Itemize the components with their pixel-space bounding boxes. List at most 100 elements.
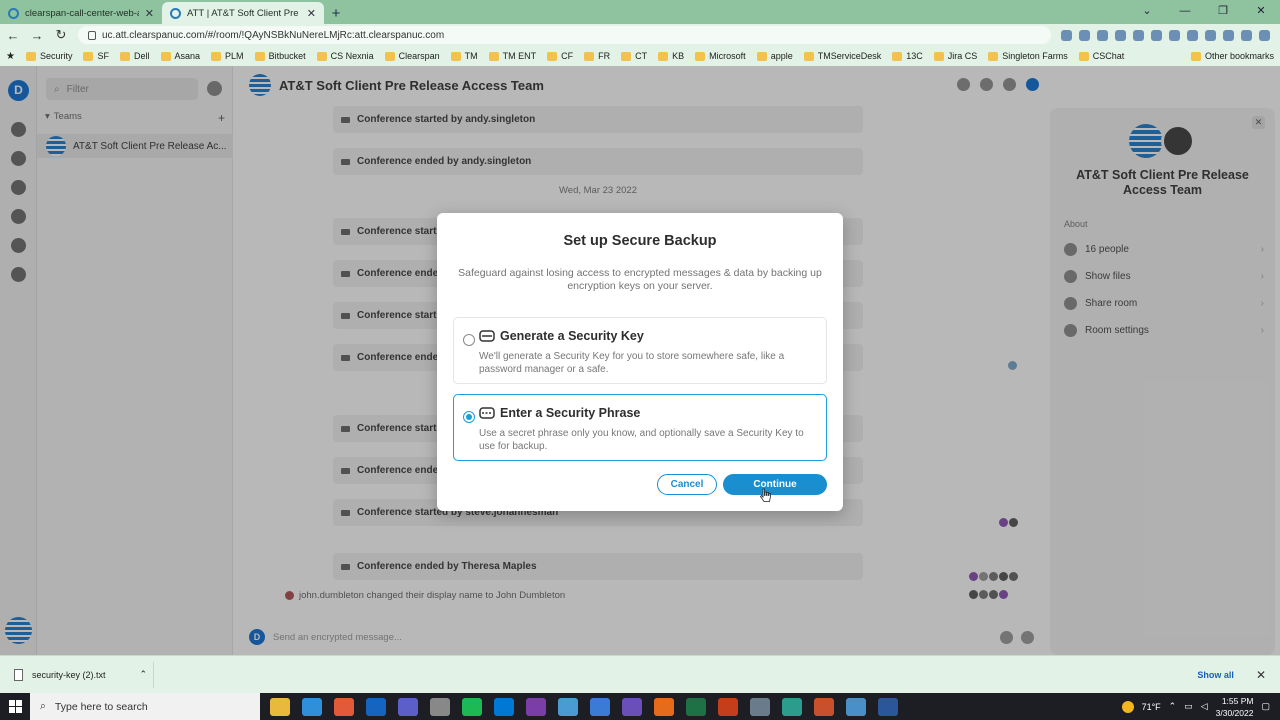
app-icon[interactable] [622,697,642,716]
volume-icon[interactable]: ◁ [1201,701,1208,712]
close-icon[interactable]: ✕ [1256,668,1266,682]
app-icon[interactable] [814,697,834,716]
bookmark-item[interactable]: Clearspan [384,51,440,61]
bookmark-item[interactable]: Microsoft [695,51,746,61]
bookmark-item[interactable]: Security [25,51,72,61]
option-security-phrase[interactable]: Enter a Security Phrase Use a secret phr… [453,394,827,461]
hand-cursor-icon [760,488,771,502]
dialog-title: Set up Secure Backup [563,233,717,249]
bookmark-item[interactable]: Bitbucket [254,51,306,61]
bookmark-item[interactable]: Asana [160,51,200,61]
weather-icon[interactable] [1121,700,1134,713]
url-text: uc.att.clearspanuc.com/#/room/!QAyNSBkNu… [102,29,445,41]
tab-close-icon[interactable]: ✕ [145,7,154,20]
bookmark-item[interactable]: CF [547,51,573,61]
bookmark-item[interactable]: Jira CS [933,51,977,61]
outlook-icon[interactable] [366,697,386,716]
app-icon[interactable] [750,697,770,716]
network-icon[interactable]: ▭ [1184,701,1193,712]
extension-icon[interactable] [1133,29,1144,41]
extension-icon[interactable] [1115,29,1126,41]
bookmark-item[interactable]: apple [756,51,793,61]
edge-icon[interactable] [302,697,322,716]
menu-icon[interactable] [1259,29,1270,41]
share-icon[interactable] [1079,29,1090,41]
download-item[interactable]: security-key (2).txt ⌃ [14,661,154,688]
start-button[interactable] [0,693,30,720]
back-icon[interactable]: ← [6,28,20,43]
chevron-down-icon[interactable]: ⌄ [1128,0,1166,24]
close-icon[interactable]: ✕ [1242,0,1280,24]
bookmark-item[interactable]: TM [450,51,478,61]
app-icon[interactable] [846,697,866,716]
show-all-link[interactable]: Show all [1197,670,1234,680]
browser-tab[interactable]: clearspan-call-center-web-app ✕ [0,2,162,24]
tray-chevron-icon[interactable]: ⌃ [1169,701,1177,712]
profile-icon[interactable] [1241,29,1252,41]
folder-icon [988,51,999,61]
clock[interactable]: 1:55 PM 3/30/2022 [1216,695,1254,719]
option-description: Use a secret phrase only you know, and o… [479,428,804,452]
radio-generate-key[interactable] [463,334,475,346]
option-generate-key[interactable]: Generate a Security Key We'll generate a… [453,317,827,384]
address-bar: ← → ↻ uc.att.clearspanuc.com/#/room/!QAy… [0,24,1280,46]
app-icon[interactable] [558,697,578,716]
powerpoint-icon[interactable] [718,697,738,716]
bookmark-item[interactable]: TM ENT [488,51,536,61]
secure-backup-dialog: Set up Secure Backup Safeguard against l… [437,213,843,511]
spotify-icon[interactable] [462,697,482,716]
bookmark-item[interactable]: SF [83,51,109,61]
new-tab-icon[interactable]: + [324,2,348,24]
bookmark-item[interactable]: PLM [211,51,244,61]
app-icon[interactable] [590,697,610,716]
extension-icon[interactable] [1151,29,1162,41]
app-icon[interactable] [494,697,514,716]
tab-close-icon[interactable]: ✕ [307,7,316,20]
firefox-icon[interactable] [654,697,674,716]
onenote-icon[interactable] [526,697,546,716]
browser-tab-active[interactable]: ATT | AT&T Soft Client Pre Release ✕ [162,2,324,24]
file-icon [14,668,23,681]
bookmark-item[interactable]: 13C [892,51,923,61]
folder-icon [695,51,706,61]
bookmark-item[interactable]: KB [658,51,684,61]
tab-favicon-icon [8,7,19,19]
extension-icon[interactable] [1187,29,1198,41]
window-controls: ⌄ — ❐ ✕ [1128,0,1280,24]
bookmark-item[interactable]: Dell [120,51,150,61]
app-icon[interactable] [782,697,802,716]
key-icon [479,330,495,342]
continue-button[interactable]: Continue [723,474,827,495]
url-field[interactable]: uc.att.clearspanuc.com/#/room/!QAyNSBkNu… [78,26,1051,44]
bookmark-icon [450,51,461,61]
cancel-button[interactable]: Cancel [657,474,717,495]
system-tray: 71°F ⌃ ▭ ◁ 1:55 PM 3/30/2022 ▢ [1121,695,1280,719]
word-icon[interactable] [878,697,898,716]
install-icon[interactable] [1061,29,1072,41]
bookmark-item[interactable]: CS Nexnia [316,51,374,61]
notifications-icon[interactable]: ▢ [1261,701,1270,712]
reload-icon[interactable]: ↻ [54,27,68,43]
bookmark-item[interactable]: FR [584,51,610,61]
extension-icon[interactable] [1169,29,1180,41]
bookmark-item[interactable]: Singleton Farms [988,51,1068,61]
star-icon[interactable] [1097,29,1108,41]
file-explorer-icon[interactable] [270,697,290,716]
bookmark-item[interactable]: CT [621,51,647,61]
taskbar-search[interactable]: ⌕ Type here to search [30,693,260,720]
puzzle-icon[interactable] [1205,29,1216,41]
other-bookmarks[interactable]: Other bookmarks [1190,51,1274,61]
radio-security-phrase[interactable] [463,411,475,423]
teams-icon[interactable] [398,697,418,716]
sidepanel-icon[interactable] [1223,29,1234,41]
chevron-up-icon[interactable]: ⌃ [139,669,147,680]
bookmark-star-icon[interactable]: ★ [6,51,15,62]
excel-icon[interactable] [686,697,706,716]
bookmark-item[interactable]: TMServiceDesk [803,51,881,61]
chrome-icon[interactable] [334,697,354,716]
minimize-icon[interactable]: — [1166,0,1204,24]
bookmark-item[interactable]: CSChat [1078,51,1124,61]
forward-icon[interactable]: → [30,28,44,43]
chrome-profile-icon[interactable] [430,697,450,716]
restore-icon[interactable]: ❐ [1204,0,1242,24]
